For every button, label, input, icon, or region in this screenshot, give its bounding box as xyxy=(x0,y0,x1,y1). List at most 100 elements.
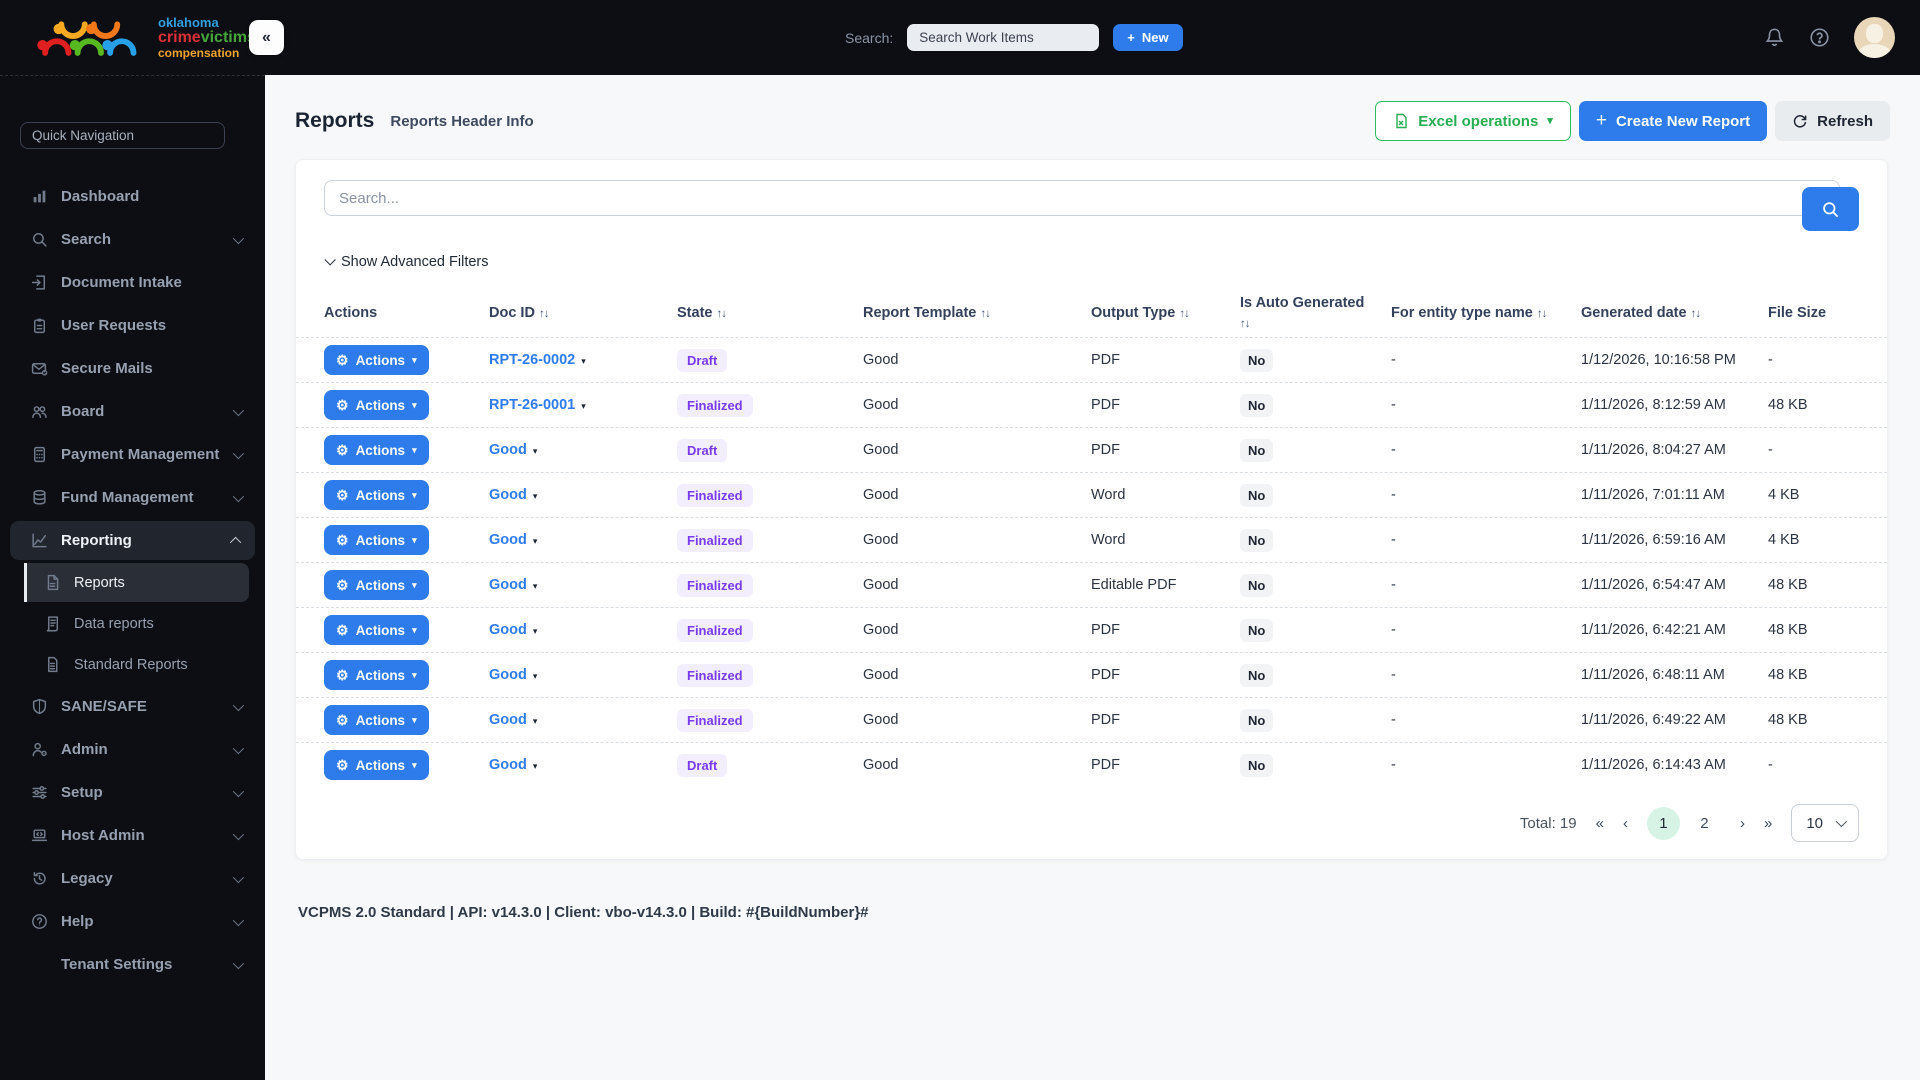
first-page-button[interactable]: « xyxy=(1596,815,1604,832)
sidebar-item-payment-management[interactable]: Payment Management xyxy=(0,433,265,476)
calculator-icon xyxy=(31,446,48,463)
page-size-select[interactable]: 10 xyxy=(1791,804,1859,843)
gear-icon: ⚙ xyxy=(336,712,349,729)
row-actions-button[interactable]: ⚙ Actions ▾ xyxy=(324,345,429,376)
column-header-output-type[interactable]: Output Type ↑↓ xyxy=(1091,304,1240,324)
search-submit-button[interactable] xyxy=(1802,187,1859,231)
work-items-search-input[interactable] xyxy=(907,24,1100,51)
brand-line1: oklahoma xyxy=(158,15,219,31)
sidebar-item-user-requests[interactable]: User Requests xyxy=(0,304,265,347)
last-page-button[interactable]: » xyxy=(1764,815,1772,832)
user-gear-icon xyxy=(31,741,48,758)
sidebar-item-sane-safe[interactable]: SANE/SAFE xyxy=(0,685,265,728)
output-type-cell: PDF xyxy=(1091,352,1120,369)
state-badge: Finalized xyxy=(677,573,753,597)
report-template-cell: Good xyxy=(863,667,899,684)
chevron-down-icon: ▾ xyxy=(412,669,417,680)
generated-date-cell: 1/11/2026, 6:14:43 AM xyxy=(1581,757,1726,774)
chevron-down-icon: ▾ xyxy=(412,444,417,455)
sidebar-item-help[interactable]: Help xyxy=(0,900,265,943)
doc-id-link[interactable]: Good xyxy=(489,577,527,593)
sidebar-item-reports[interactable]: Reports xyxy=(0,562,265,603)
column-header-report-template[interactable]: Report Template ↑↓ xyxy=(863,304,1091,324)
chevron-down-icon[interactable]: ▾ xyxy=(533,491,538,501)
chevron-down-icon xyxy=(232,404,245,416)
quick-navigation-input[interactable] xyxy=(20,122,225,149)
sidebar-item-board[interactable]: Board xyxy=(0,390,265,433)
column-header-generated-date[interactable]: Generated date ↑↓ xyxy=(1581,304,1768,324)
column-header-state[interactable]: State ↑↓ xyxy=(677,304,863,324)
refresh-button[interactable]: Refresh xyxy=(1775,101,1890,141)
page-button-1[interactable]: 1 xyxy=(1646,806,1680,840)
chevron-down-icon[interactable]: ▾ xyxy=(533,626,538,636)
help-icon[interactable] xyxy=(1809,27,1830,48)
row-actions-button[interactable]: ⚙ Actions ▾ xyxy=(324,480,429,511)
sidebar-item-tenant-settings[interactable]: Tenant Settings xyxy=(0,943,265,986)
sidebar-item-label: Secure Mails xyxy=(61,360,153,377)
gear-icon: ⚙ xyxy=(336,622,349,639)
sidebar-item-admin[interactable]: Admin xyxy=(0,728,265,771)
chevron-down-icon[interactable]: ▾ xyxy=(581,401,586,411)
chevron-down-icon[interactable]: ▾ xyxy=(533,446,538,456)
sidebar-item-dashboard[interactable]: Dashboard xyxy=(0,175,265,218)
sidebar-item-legacy[interactable]: Legacy xyxy=(0,857,265,900)
sidebar-item-fund-management[interactable]: Fund Management xyxy=(0,476,265,519)
previous-page-button[interactable]: ‹ xyxy=(1623,815,1628,832)
chevron-down-icon[interactable]: ▾ xyxy=(533,581,538,591)
row-actions-button[interactable]: ⚙ Actions ▾ xyxy=(324,705,429,736)
brand-text: oklahoma crimevictims compensation xyxy=(158,16,256,59)
sidebar-item-host-admin[interactable]: Host Admin xyxy=(0,814,265,857)
sidebar-collapse-button[interactable]: « xyxy=(249,20,284,55)
chevron-down-icon[interactable]: ▾ xyxy=(533,671,538,681)
doc-id-link[interactable]: RPT-26-0001 xyxy=(489,397,575,413)
gear-icon: ⚙ xyxy=(336,352,349,369)
sidebar-item-document-intake[interactable]: Document Intake xyxy=(0,261,265,304)
generated-date-cell: 1/11/2026, 6:42:21 AM xyxy=(1581,622,1726,639)
table-search-input[interactable] xyxy=(324,180,1840,216)
topbar: oklahoma crimevictims compensation « Sea… xyxy=(0,0,1920,75)
doc-id-link[interactable]: Good xyxy=(489,712,527,728)
row-actions-button[interactable]: ⚙ Actions ▾ xyxy=(324,660,429,691)
chevron-down-icon[interactable]: ▾ xyxy=(533,716,538,726)
create-new-report-button[interactable]: + Create New Report xyxy=(1578,101,1768,141)
new-work-item-button[interactable]: + New xyxy=(1113,24,1183,51)
user-avatar[interactable] xyxy=(1854,17,1895,58)
row-actions-button[interactable]: ⚙ Actions ▾ xyxy=(324,570,429,601)
chevron-down-icon[interactable]: ▾ xyxy=(533,536,538,546)
table-row: ⚙ Actions ▾ Good ▾ Draft Good PDF No - 1/11/2026, … xyxy=(296,742,1887,787)
column-header-is-auto-generated[interactable]: Is Auto Generated ↑↓ xyxy=(1240,294,1391,333)
doc-id-link[interactable]: Good xyxy=(489,757,527,773)
notifications-bell-icon[interactable] xyxy=(1764,27,1785,48)
sidebar-item-standard-reports[interactable]: Standard Reports xyxy=(0,644,265,685)
next-page-button[interactable]: › xyxy=(1740,815,1745,832)
sidebar-item-data-reports[interactable]: Data reports xyxy=(0,603,265,644)
page-button-2[interactable]: 2 xyxy=(1688,807,1721,840)
doc-id-link[interactable]: Good xyxy=(489,442,527,458)
row-actions-button[interactable]: ⚙ Actions ▾ xyxy=(324,390,429,421)
column-header-for-entity-type-name[interactable]: For entity type name ↑↓ xyxy=(1391,304,1581,324)
row-actions-button[interactable]: ⚙ Actions ▾ xyxy=(324,750,429,781)
sidebar-item-secure-mails[interactable]: Secure Mails xyxy=(0,347,265,390)
doc-id-link[interactable]: Good xyxy=(489,667,527,683)
chevron-down-icon[interactable]: ▾ xyxy=(533,761,538,771)
chevron-down-icon[interactable]: ▾ xyxy=(581,356,586,366)
row-actions-button[interactable]: ⚙ Actions ▾ xyxy=(324,435,429,466)
doc-id-link[interactable]: Good xyxy=(489,532,527,548)
report-template-cell: Good xyxy=(863,442,899,459)
doc-id-link[interactable]: RPT-26-0002 xyxy=(489,352,575,368)
doc-id-link[interactable]: Good xyxy=(489,622,527,638)
plus-icon: + xyxy=(1595,110,1607,131)
sidebar-item-setup[interactable]: Setup xyxy=(0,771,265,814)
doc-id-link[interactable]: Good xyxy=(489,487,527,503)
sidebar-item-reporting[interactable]: Reporting xyxy=(0,519,265,562)
show-advanced-filters-toggle[interactable]: Show Advanced Filters xyxy=(324,254,489,270)
sort-icon: ↑↓ xyxy=(1179,307,1189,320)
row-actions-button[interactable]: ⚙ Actions ▾ xyxy=(324,615,429,646)
row-actions-button[interactable]: ⚙ Actions ▾ xyxy=(324,525,429,556)
sidebar-item-search[interactable]: Search xyxy=(0,218,265,261)
column-header-file-size: File Size xyxy=(1768,304,1827,321)
column-header-doc-id[interactable]: Doc ID ↑↓ xyxy=(489,304,677,324)
chevron-down-icon: ▾ xyxy=(412,354,417,365)
help-circle-icon xyxy=(31,913,48,930)
excel-operations-button[interactable]: Excel operations ▾ xyxy=(1375,101,1571,141)
